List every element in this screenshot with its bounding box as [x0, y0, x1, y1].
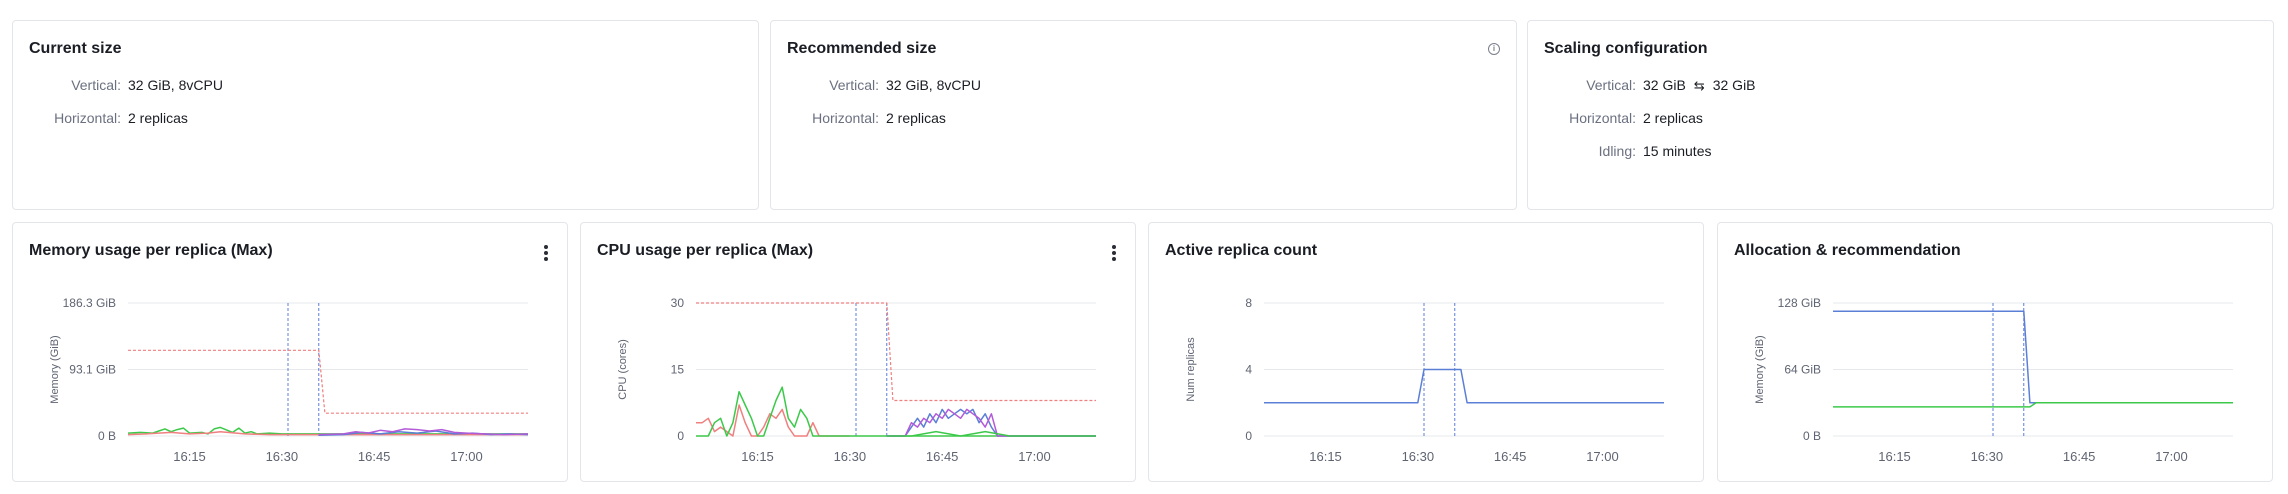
x-tick-label: 16:45: [358, 449, 391, 464]
active-replica-count-chart: 0 4 8 Num replicas 16:15 16:30 16:45 17:00: [1185, 296, 1664, 464]
recommended-size-title: Recommended size: [787, 40, 937, 57]
vertical-value: 32 GiB, 8vCPU: [886, 77, 981, 93]
x-tick-label: 16:30: [834, 449, 867, 464]
x-tick-label: 16:15: [173, 449, 206, 464]
vertical-label: Vertical:: [829, 77, 879, 93]
limit-series-line: [128, 349, 528, 414]
y-axis-label: Memory (GiB): [1754, 335, 1766, 403]
y-tick-label: 128 GiB: [1778, 296, 1821, 310]
series-line: [1833, 310, 2233, 404]
series-line: [696, 386, 1096, 437]
horizontal-label: Horizontal:: [54, 110, 121, 126]
y-tick-label: 0 B: [98, 429, 116, 443]
x-tick-label: 16:45: [1494, 449, 1527, 464]
y-tick-label: 93.1 GiB: [69, 363, 116, 377]
y-axis-label: CPU (cores): [617, 339, 629, 400]
x-tick-label: 16:30: [266, 449, 299, 464]
y-axis-label: Num replicas: [1185, 337, 1197, 402]
y-tick-label: 4: [1245, 363, 1252, 377]
x-tick-label: 17:00: [1586, 449, 1619, 464]
y-axis-label: Memory (GiB): [49, 335, 61, 403]
horizontal-value: 2 replicas: [128, 110, 188, 126]
horizontal-value: 2 replicas: [886, 110, 946, 126]
x-tick-label: 16:15: [1309, 449, 1342, 464]
y-tick-label: 0: [677, 429, 684, 443]
y-tick-label: 64 GiB: [1784, 363, 1821, 377]
y-tick-label: 0 B: [1803, 429, 1821, 443]
memory-usage-chart: 0 B 93.1 GiB 186.3 GiB Memory (GiB) 16:15 16:…: [49, 296, 529, 464]
vertical-min-value: 32 GiB: [1643, 77, 1686, 93]
scaling-configuration-title: Scaling configuration: [1544, 40, 1708, 57]
x-tick-label: 16:45: [2063, 449, 2096, 464]
idling-value: 15 minutes: [1643, 143, 1712, 159]
active-replica-count-card: Active replica count 0 4 8 Num replicas 16:1…: [1148, 222, 1704, 482]
vertical-label: Vertical:: [71, 77, 121, 93]
y-tick-label: 30: [671, 296, 685, 310]
memory-usage-card: Memory usage per replica (Max) 0 B 93.1 G…: [12, 222, 568, 482]
x-tick-label: 16:45: [926, 449, 959, 464]
x-tick-label: 17:00: [450, 449, 483, 464]
info-icon[interactable]: i: [1488, 43, 1500, 55]
vertical-label: Vertical:: [1586, 77, 1636, 93]
horizontal-label: Horizontal:: [812, 110, 879, 126]
current-size-title: Current size: [29, 40, 122, 57]
y-tick-label: 0: [1245, 429, 1252, 443]
allocation-recommendation-card: Allocation & recommendation 0 B 64 GiB 128…: [1717, 222, 2273, 482]
idling-label: Idling:: [1598, 143, 1636, 159]
limit-series-line: [696, 302, 1096, 402]
scaling-configuration-card: Scaling configuration Vertical: 32 GiB ⇆ 3…: [1527, 20, 2274, 210]
x-tick-label: 16:15: [741, 449, 774, 464]
cpu-usage-chart: 0 15 30 CPU (cores) 16:15 16:30 16:45 17:00: [617, 296, 1096, 464]
cpu-usage-card: CPU usage per replica (Max) 0 15 30 CPU (co…: [580, 222, 1136, 482]
vertical-max-value: 32 GiB: [1712, 77, 1756, 93]
series-line: [1264, 368, 1664, 404]
y-tick-label: 8: [1245, 296, 1252, 310]
x-tick-label: 16:30: [1402, 449, 1435, 464]
current-size-card: Current size Vertical: 32 GiB, 8vCPU Hor…: [12, 20, 759, 210]
x-tick-label: 16:15: [1878, 449, 1911, 464]
x-tick-label: 17:00: [1018, 449, 1051, 464]
vertical-value: 32 GiB, 8vCPU: [128, 77, 223, 93]
allocation-recommendation-chart: 0 B 64 GiB 128 GiB Memory (GiB) 16:15 16:30 16…: [1754, 296, 2233, 464]
y-tick-label: 186.3 GiB: [63, 296, 116, 310]
x-tick-label: 17:00: [2155, 449, 2188, 464]
swap-arrows-icon: ⇆: [1693, 78, 1705, 93]
x-tick-label: 16:30: [1971, 449, 2004, 464]
y-tick-label: 15: [671, 363, 685, 377]
horizontal-label: Horizontal:: [1569, 110, 1636, 126]
horizontal-value: 2 replicas: [1643, 110, 1703, 126]
recommended-size-card: Recommended size i Vertical: 32 GiB, 8vC…: [770, 20, 1517, 210]
